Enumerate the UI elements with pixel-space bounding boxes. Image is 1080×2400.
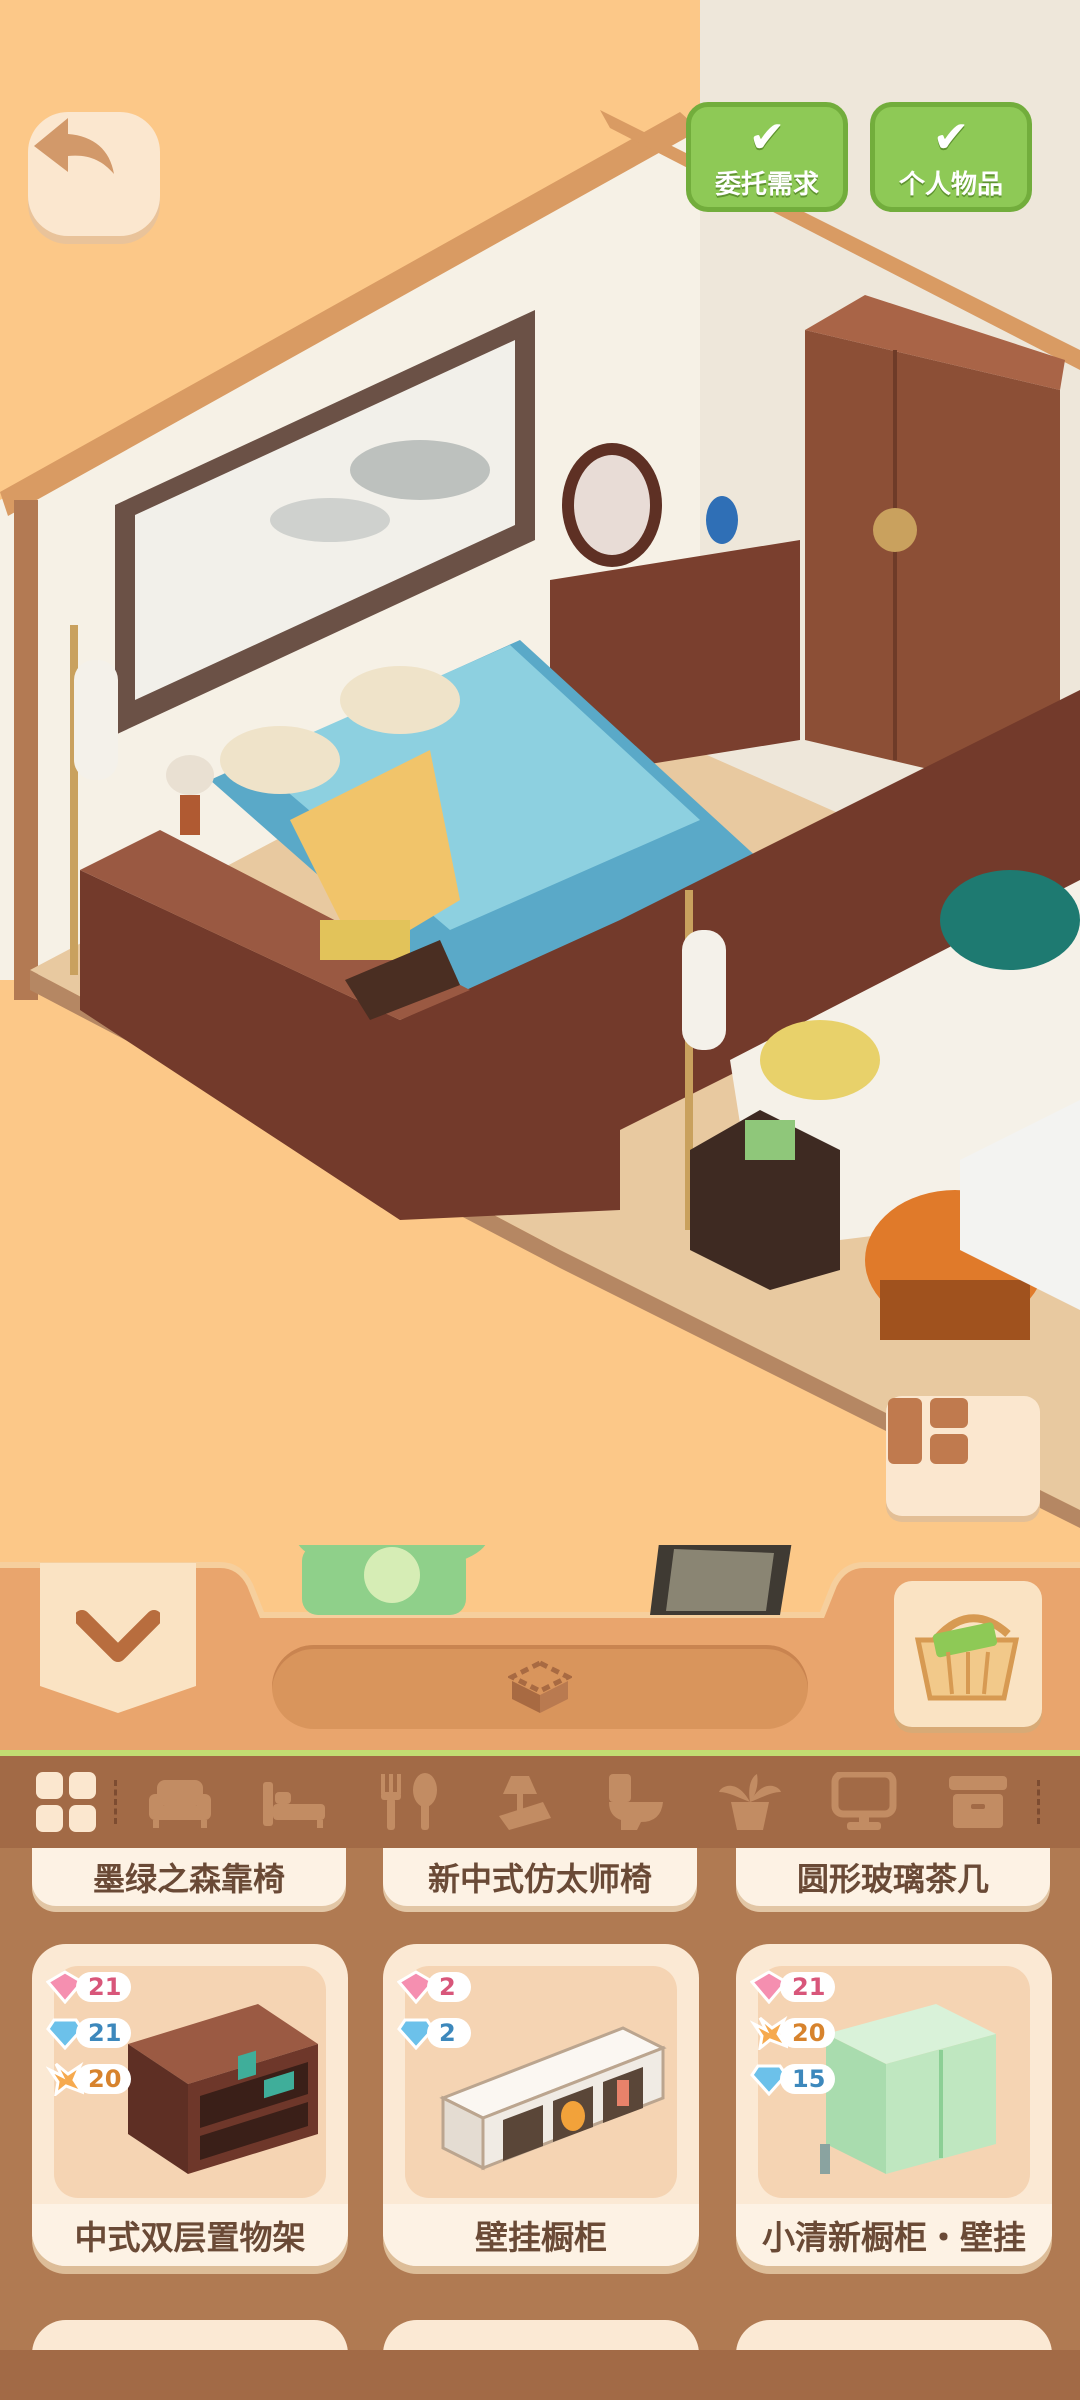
room-illustration (0, 0, 1080, 1528)
edit-toolbar (0, 1545, 1080, 1750)
plant-icon (719, 1774, 781, 1830)
back-button[interactable] (28, 112, 160, 236)
cost-value: 2 (427, 2018, 471, 2048)
cost-badge: 20 (750, 2014, 836, 2052)
item-name-label: 壁挂橱柜 (383, 2204, 699, 2266)
rotate-button[interactable] (272, 1645, 808, 1729)
item-grid[interactable]: 墨绿之森靠椅 新中式仿太师椅 圆形玻璃茶几 21 21 20 中式双层置物架 2… (0, 1848, 1080, 2400)
monitor-icon (831, 1772, 897, 1830)
cost-badge: 20 (46, 2060, 132, 2098)
cost-value: 2 (427, 1972, 471, 2002)
category-decor-tab[interactable] (465, 1760, 579, 1844)
item-name-label: 中式双层置物架 (32, 2204, 348, 2266)
dining-icon (381, 1773, 437, 1830)
category-storage-tab[interactable] (921, 1760, 1035, 1844)
cost-badge: 21 (46, 1968, 132, 2006)
decor-icon (499, 1776, 551, 1830)
chevron-down-icon (76, 1610, 160, 1662)
cost-value: 15 (780, 2064, 836, 2094)
category-plant-tab[interactable] (693, 1760, 807, 1844)
back-arrow-icon (34, 118, 114, 174)
category-all-tab[interactable] (24, 1760, 108, 1844)
cost-value: 20 (780, 2018, 836, 2048)
item-name-label[interactable]: 墨绿之森靠椅 (32, 1848, 346, 1906)
basket-button[interactable] (894, 1581, 1042, 1727)
item-name-label: 小清新橱柜・壁挂 (736, 2204, 1052, 2266)
check-icon: ✔ (932, 112, 970, 163)
category-bar (0, 1750, 1080, 1848)
layout-icon (888, 1398, 968, 1464)
item-card-fresh-cabinet[interactable]: 21 20 15 小清新橱柜・壁挂 (736, 1944, 1052, 2266)
fresh-cabinet-image (820, 2004, 996, 2174)
filter-personal-toggle[interactable]: ✔ 个人物品 (870, 102, 1032, 212)
cost-badge: 2 (397, 2014, 483, 2052)
cost-badge: 2 (397, 1968, 483, 2006)
filter-commission-label: 委托需求 (714, 170, 819, 200)
cost-value: 21 (780, 1972, 836, 2002)
item-name-label[interactable]: 新中式仿太师椅 (383, 1848, 697, 1906)
layout-button[interactable] (886, 1396, 1040, 1516)
cost-badge: 21 (46, 2014, 132, 2052)
cost-badge: 15 (750, 2060, 836, 2098)
item-name-label[interactable]: 圆形玻璃茶几 (736, 1848, 1050, 1906)
category-bathroom-tab[interactable] (579, 1760, 693, 1844)
toilet-icon (609, 1774, 663, 1830)
bottom-bar (0, 2350, 1080, 2400)
category-divider (114, 1780, 117, 1824)
room-scene[interactable]: ✔ 委托需求 ✔ 个人物品 (0, 0, 1080, 1560)
category-electronics-tab[interactable] (807, 1760, 921, 1844)
item-card-chinese-shelf[interactable]: 21 21 20 中式双层置物架 (32, 1944, 348, 2266)
cost-value: 21 (76, 2018, 132, 2048)
cost-badge: 21 (750, 1968, 836, 2006)
category-sofa-tab[interactable] (123, 1760, 237, 1844)
category-dining-tab[interactable] (351, 1760, 465, 1844)
rotate-icon (508, 1660, 572, 1713)
filter-personal-label: 个人物品 (898, 170, 1003, 200)
basket-icon (914, 1614, 1020, 1701)
category-bed-tab[interactable] (237, 1760, 351, 1844)
cost-value: 21 (76, 1972, 132, 2002)
cost-value: 20 (76, 2064, 132, 2094)
category-divider (1037, 1780, 1040, 1824)
collapse-button[interactable] (40, 1563, 196, 1713)
filter-commission-toggle[interactable]: ✔ 委托需求 (686, 102, 848, 212)
cabinet-icon (949, 1776, 1007, 1828)
bed-icon (263, 1782, 325, 1828)
all-grid-icon (36, 1772, 96, 1832)
check-icon: ✔ (748, 112, 786, 163)
sofa-icon (149, 1780, 211, 1828)
item-card-wall-cabinet[interactable]: 2 2 壁挂橱柜 (383, 1944, 699, 2266)
